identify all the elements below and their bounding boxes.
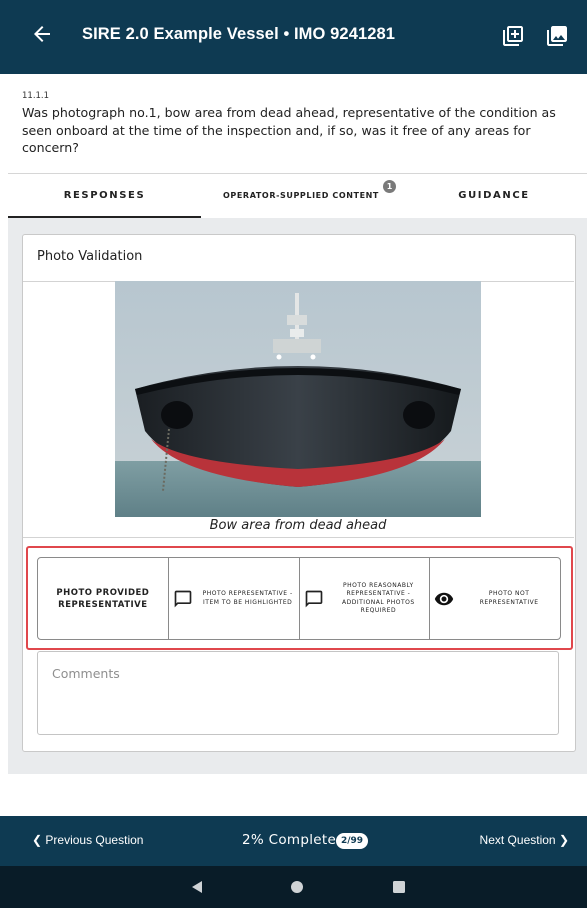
vessel-bow-photo[interactable] xyxy=(115,281,481,517)
progress-text: 2% Complete xyxy=(242,832,337,848)
tab-guidance[interactable]: GUIDANCE xyxy=(401,174,587,218)
top-app-bar: SIRE 2.0 Example Vessel • IMO 9241281 xyxy=(0,0,587,74)
previous-question-button[interactable]: ❮ Previous Question xyxy=(32,833,143,847)
chevron-right-icon: ❯ xyxy=(558,833,569,847)
chevron-left-icon: ❮ xyxy=(32,833,43,847)
comments-placeholder: Comments xyxy=(52,666,120,681)
gallery-icon[interactable] xyxy=(545,24,569,48)
home-circle-icon[interactable] xyxy=(290,880,304,894)
comments-field[interactable]: Comments xyxy=(37,651,559,735)
photo-caption: Bow area from dead ahead xyxy=(209,518,387,533)
divider xyxy=(23,537,574,538)
response-item-to-be-highlighted[interactable]: PHOTO REPRESENTATIVE - ITEM TO BE HIGHLI… xyxy=(169,558,300,639)
response-label: PHOTO NOT REPRESENTATIVE xyxy=(479,590,539,606)
recents-square-icon[interactable] xyxy=(392,880,406,894)
next-label: Next Question xyxy=(479,833,556,847)
eye-icon xyxy=(435,592,454,605)
next-question-button[interactable]: Next Question ❯ xyxy=(480,833,569,847)
tab-operator-supplied-content[interactable]: OPERATOR-SUPPLIED CONTENT xyxy=(201,174,401,218)
system-nav-bar xyxy=(0,866,587,908)
tab-count-badge: 1 xyxy=(383,180,396,193)
add-photo-icon[interactable] xyxy=(501,24,525,48)
response-label: PHOTO REPRESENTATIVE - ITEM TO BE HIGHLI… xyxy=(202,590,293,606)
progress-count-badge: 2/99 xyxy=(336,833,369,849)
comment-icon xyxy=(174,590,192,607)
question-text: Was photograph no.1, bow area from dead … xyxy=(22,105,556,155)
response-label: PHOTO PROVIDED REPRESENTATIVE xyxy=(56,587,150,610)
page-title: SIRE 2.0 Example Vessel • IMO 9241281 xyxy=(82,25,396,43)
card-title: Photo Validation xyxy=(37,249,143,264)
back-triangle-icon[interactable] xyxy=(190,880,204,894)
tab-responses[interactable]: RESPONSES xyxy=(8,174,201,218)
response-label: PHOTO REASONABLY REPRESENTATIVE - ADDITI… xyxy=(342,581,415,615)
comment-icon xyxy=(305,590,322,607)
response-photo-not-representative[interactable]: PHOTO NOT REPRESENTATIVE xyxy=(430,558,560,639)
previous-label: Previous Question xyxy=(45,833,144,847)
response-button-group: PHOTO PROVIDED REPRESENTATIVE PHOTO REPR… xyxy=(37,557,561,640)
response-photo-provided-representative[interactable]: PHOTO PROVIDED REPRESENTATIVE xyxy=(38,558,169,639)
bottom-nav-bar: ❮ Previous Question 2% Complete 2/99 Nex… xyxy=(0,816,587,866)
tab-bar: RESPONSES OPERATOR-SUPPLIED CONTENT 1 GU… xyxy=(8,173,587,219)
question-number: 11.1.1 xyxy=(22,91,50,101)
response-additional-photos-required[interactable]: PHOTO REASONABLY REPRESENTATIVE - ADDITI… xyxy=(300,558,431,639)
arrow-left-icon[interactable] xyxy=(30,22,54,46)
